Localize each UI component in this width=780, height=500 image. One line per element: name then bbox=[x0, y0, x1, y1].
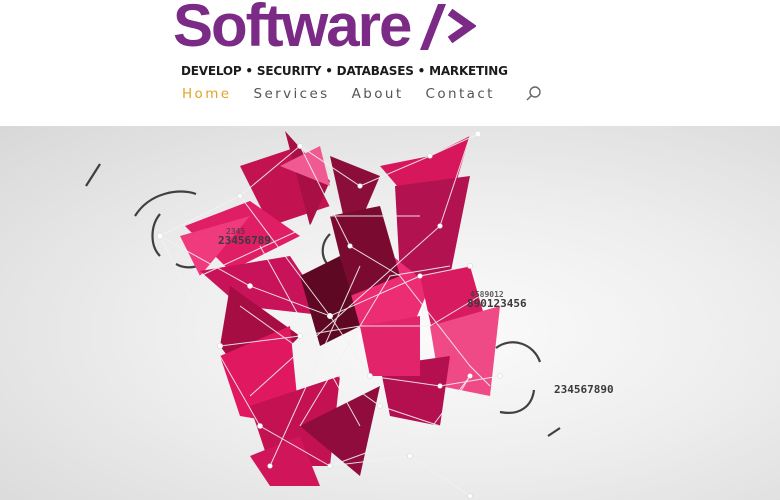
hero-number-5: 234567890 bbox=[554, 383, 614, 396]
hero-number-4: 890123456 bbox=[467, 297, 527, 310]
nav-home[interactable]: Home bbox=[182, 86, 231, 102]
search-icon[interactable] bbox=[525, 85, 543, 103]
hero-number-2: 23456789 bbox=[218, 234, 271, 247]
hero-banner: 2345 23456789 4589012 890123456 23456789… bbox=[0, 126, 780, 500]
nav-contact[interactable]: Contact bbox=[426, 86, 495, 102]
site-header: Software DEVELOP • SECURITY • DATABASES … bbox=[0, 0, 780, 126]
site-tagline: DEVELOP • SECURITY • DATABASES • MARKETI… bbox=[181, 64, 508, 78]
nav-about[interactable]: About bbox=[352, 86, 404, 102]
code-slash-icon bbox=[420, 4, 477, 50]
hero-crystal-illustration bbox=[85, 130, 561, 499]
main-nav: Home Services About Contact bbox=[182, 85, 543, 103]
nav-services[interactable]: Services bbox=[253, 86, 329, 102]
logo-wordmark: Software bbox=[173, 0, 412, 59]
site-logo[interactable]: Software bbox=[173, 0, 477, 59]
